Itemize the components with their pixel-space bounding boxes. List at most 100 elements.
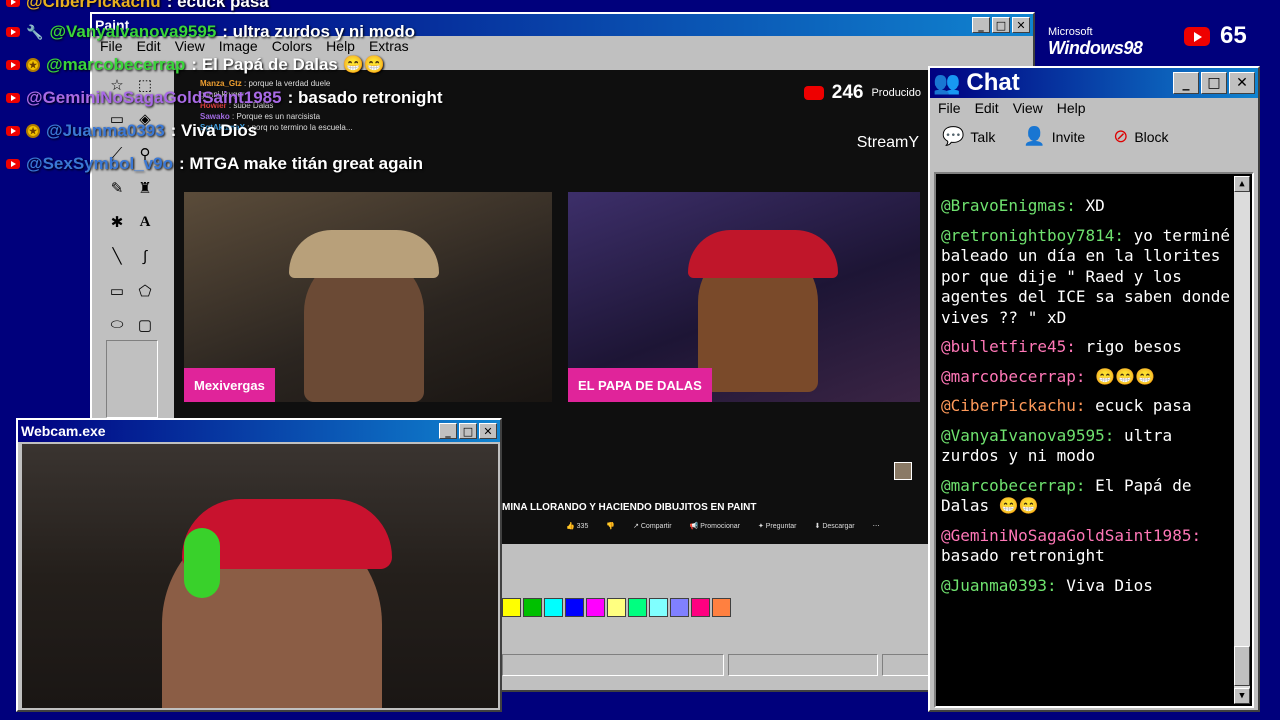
youtube-icon xyxy=(6,126,20,136)
mini-chat-user: Manza_Gtz xyxy=(200,79,242,88)
tool-options[interactable] xyxy=(106,340,158,418)
invite-label: Invite xyxy=(1051,128,1086,145)
text-icon[interactable]: A xyxy=(132,209,158,235)
guest-camera-1: Mexivergas xyxy=(184,192,552,402)
chat-username: @GeminiNoSagaGoldSaint1985: xyxy=(941,525,1202,545)
video-action-button[interactable]: 👍 335 xyxy=(566,522,588,530)
color-swatch[interactable] xyxy=(586,598,605,617)
curve-icon[interactable]: ∫ xyxy=(132,243,158,269)
produced-label: Producido xyxy=(871,87,921,99)
status-cell xyxy=(502,654,724,676)
overlay-username: @Juanma0393 xyxy=(46,121,165,140)
color-swatch[interactable] xyxy=(712,598,731,617)
menu-edit[interactable]: Edit xyxy=(975,100,999,116)
youtube-icon xyxy=(6,0,20,7)
menu-view[interactable]: View xyxy=(1013,100,1043,116)
webcam-window[interactable]: Webcam.exe _ □ ✕ xyxy=(16,418,502,712)
overlay-username: @marcobecerrap xyxy=(46,55,186,74)
scroll-thumb[interactable] xyxy=(1234,646,1250,686)
cap xyxy=(688,230,838,278)
color-swatch[interactable] xyxy=(523,598,542,617)
video-action-button[interactable]: ⬇ Descargar xyxy=(815,522,855,530)
video-action-button[interactable]: 👎 xyxy=(606,522,615,530)
chat-message: @bulletfire45: rigo besos xyxy=(941,337,1230,358)
minimize-button[interactable]: _ xyxy=(972,17,990,33)
color-swatch[interactable] xyxy=(607,598,626,617)
rounded-rect-icon[interactable]: ▢ xyxy=(132,312,158,338)
close-button[interactable]: ✕ xyxy=(1012,17,1030,33)
color-swatch[interactable] xyxy=(544,598,563,617)
chat-message: @marcobecerrap: El Papá de Dalas 😁😁 xyxy=(941,476,1230,517)
status-cell xyxy=(728,654,878,676)
video-action-button[interactable]: ↗ Compartir xyxy=(633,522,672,530)
chat-message: @Juanma0393: Viva Dios xyxy=(941,576,1230,597)
video-action-button[interactable]: ⋯ xyxy=(873,522,880,530)
block-button[interactable]: ⊘ Block xyxy=(1113,126,1168,147)
overlay-line: ★ @Juanma0393: Viva Dios xyxy=(6,121,257,141)
minimize-button[interactable]: _ xyxy=(1173,72,1199,94)
polygon-icon[interactable]: ⬠ xyxy=(132,278,158,304)
chat-titlebar[interactable]: 👥 Chat _ □ ✕ xyxy=(930,68,1258,98)
chat-message: @marcobecerrap: 😁😁😁 xyxy=(941,367,1230,388)
rectangle-icon[interactable]: ▭ xyxy=(104,278,130,304)
chat-window[interactable]: 👥 Chat _ □ ✕ File Edit View Help 💬 Talk 👤 Inv… xyxy=(928,66,1260,712)
chat-username: @bulletfire45: xyxy=(941,337,1076,356)
maximize-button[interactable]: □ xyxy=(459,423,477,439)
invite-button[interactable]: 👤 Invite xyxy=(1023,126,1085,147)
mini-chat-text: : porq no termino la escuela... xyxy=(244,123,353,132)
chat-text: rigo besos xyxy=(1075,337,1182,356)
green-headphones xyxy=(184,528,220,598)
ellipse-icon[interactable]: ⬭ xyxy=(104,312,130,338)
youtube-icon xyxy=(6,60,20,70)
video-action-button[interactable]: 📢 Promocionar xyxy=(690,522,740,530)
minimize-button[interactable]: _ xyxy=(439,423,457,439)
embedded-viewer-count: 246 Producido xyxy=(803,82,921,104)
embedded-viewers: 246 xyxy=(831,82,864,103)
avatar xyxy=(894,462,912,480)
paint-statusbar xyxy=(502,654,932,678)
invite-icon: 👤 xyxy=(1023,126,1046,146)
youtube-icon xyxy=(803,86,824,100)
line-icon[interactable]: ╲ xyxy=(104,243,130,269)
color-swatch[interactable] xyxy=(670,598,689,617)
chat-scrollbar[interactable]: ▲ ▼ xyxy=(1234,176,1250,704)
youtube-icon xyxy=(6,27,20,37)
maximize-button[interactable]: □ xyxy=(992,17,1010,33)
color-swatch[interactable] xyxy=(628,598,647,617)
color-swatch[interactable] xyxy=(649,598,668,617)
scroll-down-icon[interactable]: ▼ xyxy=(1234,688,1250,704)
overlay-message: : MTGA make titán great again xyxy=(178,154,424,173)
status-cell xyxy=(882,654,932,676)
talk-button[interactable]: 💬 Talk xyxy=(942,126,995,147)
guest-camera-2: EL PAPA DE DALAS xyxy=(568,192,920,402)
color-swatch[interactable] xyxy=(691,598,710,617)
chat-username: @Juanma0393: xyxy=(941,575,1057,595)
scroll-up-icon[interactable]: ▲ xyxy=(1234,176,1250,192)
close-button[interactable]: ✕ xyxy=(479,423,497,439)
color-swatch[interactable] xyxy=(502,598,521,617)
maximize-button[interactable]: □ xyxy=(1201,72,1227,94)
webcam-titlebar[interactable]: Webcam.exe _ □ ✕ xyxy=(18,420,500,442)
menu-file[interactable]: File xyxy=(938,100,961,116)
color-swatch[interactable] xyxy=(565,598,584,617)
color-palette xyxy=(502,598,731,617)
brush-icon[interactable]: ♜ xyxy=(132,175,158,201)
menu-help[interactable]: Help xyxy=(1057,100,1086,116)
overlay-username: @SexSymbol_v9o xyxy=(26,154,173,173)
overlay-message: : ecuck pasa xyxy=(166,0,269,11)
video-actions: 👍 335 👎 ↗ Compartir 📢 Promocionar ✦ Pregunta… xyxy=(566,522,880,530)
overlay-message: : Viva Dios xyxy=(170,121,258,140)
video-action-button[interactable]: ✦ Preguntar xyxy=(758,522,797,530)
chat-message: @retronightboy7814: yo terminé baleado u… xyxy=(941,226,1230,329)
youtube-viewer-count: 65 xyxy=(1184,22,1247,50)
member-badge-icon: ★ xyxy=(26,58,40,72)
overlay-line: 🔧 @VanyaIvanova9595: ultra zurdos y ni mo… xyxy=(6,22,415,42)
close-button[interactable]: ✕ xyxy=(1229,72,1255,94)
overlay-message: : ultra zurdos y ni modo xyxy=(222,22,415,41)
windows98-logo: Microsoft Windows98 xyxy=(1048,26,1143,59)
pencil-icon[interactable]: ✎ xyxy=(104,175,130,201)
chat-messages[interactable]: @BravoEnigmas: XD @retronightboy7814: yo … xyxy=(934,172,1254,708)
block-icon: ⊘ xyxy=(1113,126,1129,146)
airbrush-icon[interactable]: ✱ xyxy=(104,209,130,235)
chat-menubar: File Edit View Help xyxy=(930,98,1258,118)
